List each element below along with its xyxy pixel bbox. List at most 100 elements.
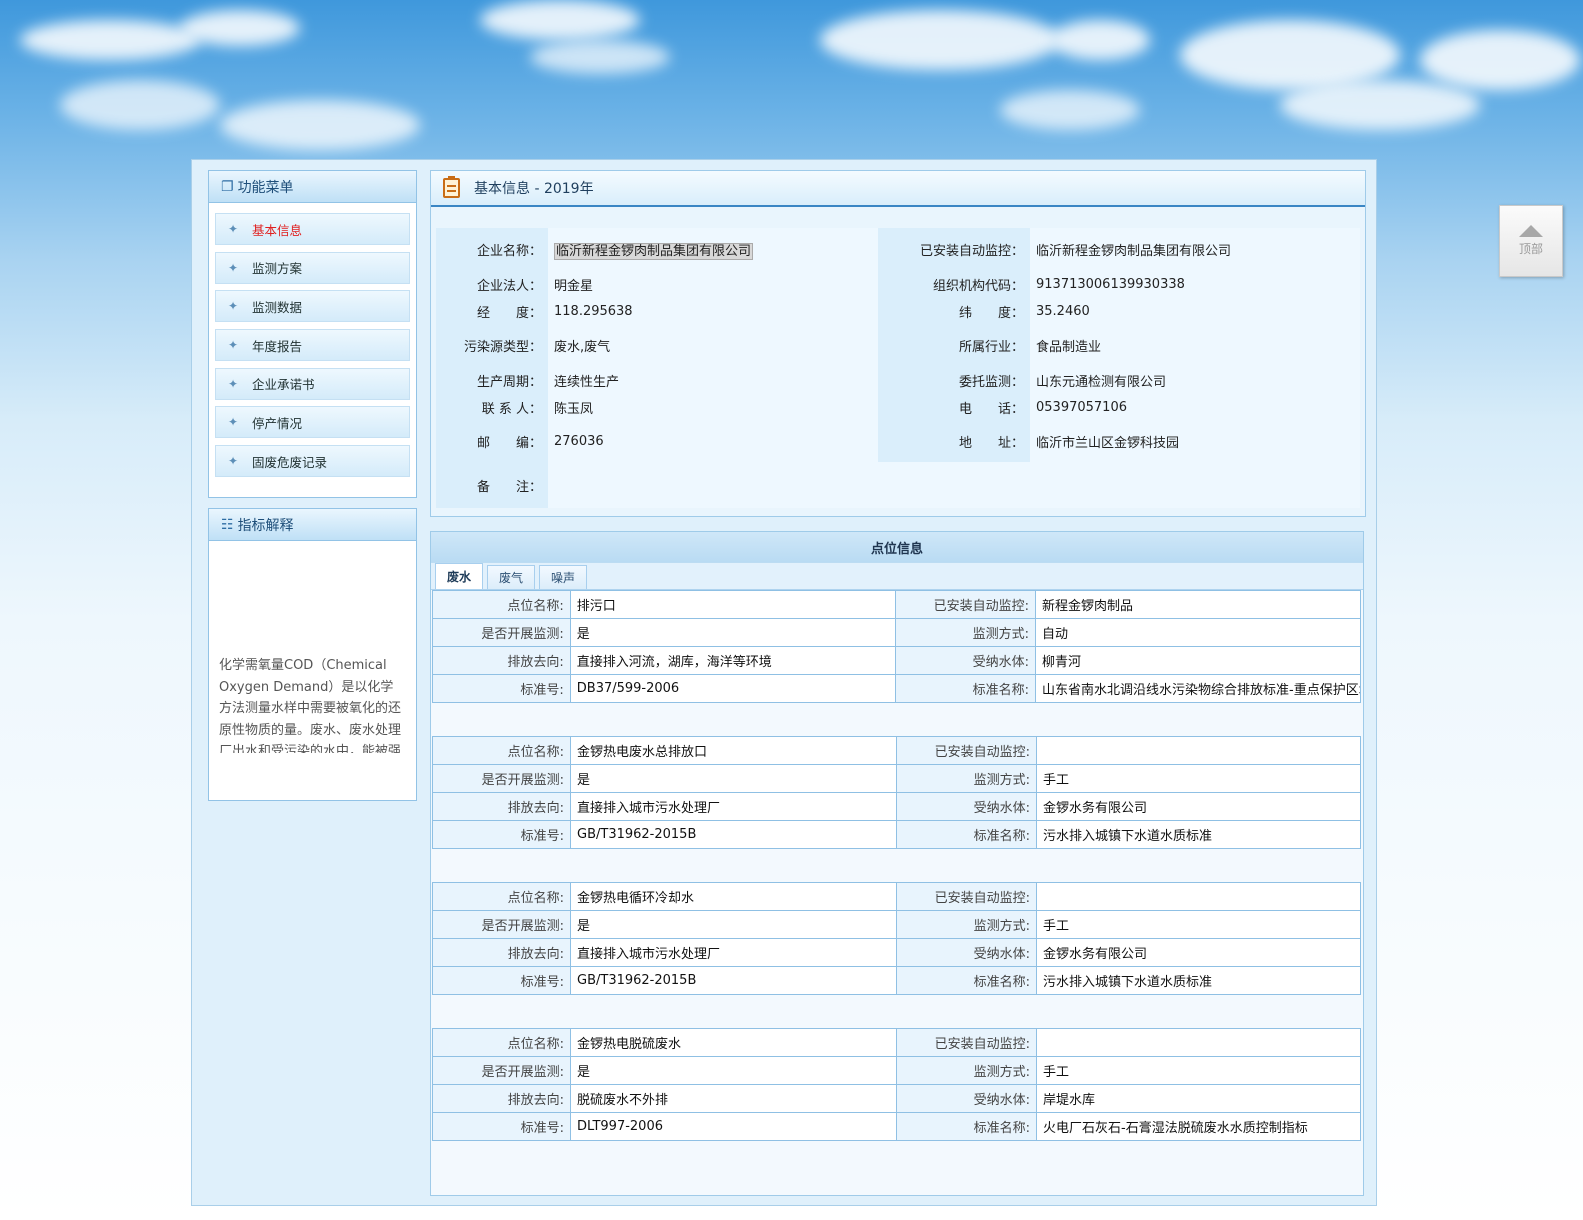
- tab-noise[interactable]: 噪声: [539, 565, 588, 589]
- compass-icon: ✦: [227, 222, 239, 236]
- table-row: 排放去向: 直接排入城市污水处理厂 受纳水体: 金锣水务有限公司: [432, 792, 1361, 821]
- point-label: 受纳水体:: [896, 938, 1037, 967]
- point-label: 监测方式:: [896, 1056, 1037, 1085]
- table-row: 点位名称: 金锣热电脱硫废水 已安装自动监控:: [432, 1028, 1361, 1057]
- table-row: 点位名称: 金锣热电废水总排放口 已安装自动监控:: [432, 736, 1361, 765]
- point-info-panel: 点位信息 废水 废气 噪声 点位名称: 排污口 已安装自动监控: 新程金锣肉制品 是否开…: [430, 531, 1364, 1196]
- point-table: 点位名称: 金锣热电废水总排放口 已安装自动监控: 是否开展监测: 是监测方式: 手工 排放…: [432, 736, 1361, 849]
- indicator-explain-header: ☷ 指标解释: [209, 509, 416, 541]
- document-icon: ☷: [221, 516, 234, 533]
- point-label: 监测方式:: [895, 618, 1036, 647]
- info-label: 生产周期：: [436, 366, 548, 394]
- info-label: 备 注：: [436, 462, 548, 508]
- info-label: 企业名称：: [436, 228, 548, 270]
- compass-icon: ✦: [227, 338, 239, 353]
- point-value: 手工: [1036, 1056, 1361, 1085]
- point-value: 火电厂石灰石-石膏湿法脱硫废水水质控制指标: [1036, 1112, 1361, 1141]
- point-value: [1036, 736, 1361, 765]
- point-label: 点位名称:: [432, 882, 571, 911]
- info-label: 组织机构代码：: [878, 270, 1030, 298]
- point-value: 金锣热电脱硫废水: [570, 1028, 897, 1057]
- menu-item-shutdown[interactable]: ✦ 停产情况: [215, 406, 410, 439]
- point-value: 是: [570, 764, 897, 793]
- point-value: GB/T31962-2015B: [570, 820, 897, 849]
- compass-icon: ✦: [227, 299, 239, 314]
- point-value: 污水排入城镇下水道水质标准: [1036, 966, 1361, 995]
- info-label: 企业法人：: [436, 270, 548, 298]
- menu-item-annual-report[interactable]: ✦ 年度报告: [215, 329, 410, 362]
- point-label: 受纳水体:: [896, 792, 1037, 821]
- menu-item-monitoring-data[interactable]: ✦ 监测数据: [215, 290, 410, 323]
- point-value: DLT997-2006: [570, 1112, 897, 1141]
- back-to-top-button[interactable]: 顶部: [1499, 205, 1563, 277]
- table-row: 排放去向: 直接排入河流，湖库，海洋等环境 受纳水体: 柳青河: [432, 646, 1361, 675]
- tab-wastewater[interactable]: 废水: [435, 563, 484, 589]
- point-value: [1036, 882, 1361, 911]
- info-label: 邮 编：: [436, 420, 548, 462]
- point-label: 排放去向:: [432, 792, 571, 821]
- menu-item-commitment[interactable]: ✦ 企业承诺书: [215, 367, 410, 400]
- info-label: 已安装自动监控：: [878, 228, 1030, 270]
- main-frame: ❐ 功能菜单 ✦ 基本信息 ✦ 监测方案 ✦ 监测数据 ✦ 年度报告 ✦ 企业承诺书 ✦ 停…: [191, 159, 1377, 1206]
- menu-item-basic-info[interactable]: ✦ 基本信息: [215, 213, 410, 245]
- table-row: 标准号: DLT997-2006 标准名称: 火电厂石灰石-石膏湿法脱硫废水水质控制指…: [432, 1112, 1361, 1141]
- point-label: 受纳水体:: [896, 1084, 1037, 1113]
- point-value: 金锣水务有限公司: [1036, 792, 1361, 821]
- point-label: 监测方式:: [896, 910, 1037, 939]
- point-value: 自动: [1035, 618, 1361, 647]
- point-label: 已安装自动监控:: [896, 736, 1037, 765]
- info-label: 污染源类型：: [436, 324, 548, 366]
- point-label: 标准号:: [432, 674, 571, 703]
- point-label: 排放去向:: [432, 938, 571, 967]
- point-value: DB37/599-2006: [569, 674, 897, 703]
- table-row: 是否开展监测: 是监测方式: 手工: [432, 1056, 1361, 1085]
- point-label: 标准名称:: [896, 1112, 1037, 1141]
- clipboard-icon: [443, 176, 460, 198]
- table-row: 点位名称: 金锣热电循环冷却水 已安装自动监控:: [432, 882, 1361, 911]
- point-label: 是否开展监测:: [432, 764, 571, 793]
- point-list: 点位名称: 排污口 已安装自动监控: 新程金锣肉制品 是否开展监测: 是监测方式: 自动 排放…: [431, 590, 1363, 1174]
- point-value: 金锣热电循环冷却水: [570, 882, 897, 911]
- info-value: 明金星: [548, 270, 878, 298]
- point-value: 直接排入城市污水处理厂: [570, 792, 897, 821]
- info-value: 05397057106: [1030, 394, 1360, 420]
- menu-item-solid-waste[interactable]: ✦ 固废危废记录: [215, 445, 410, 478]
- point-value: 直接排入城市污水处理厂: [570, 938, 897, 967]
- table-row: 标准号: GB/T31962-2015B 标准名称: 污水排入城镇下水道水质标准: [432, 966, 1361, 995]
- basic-info-title: 基本信息 - 2019年: [474, 181, 594, 197]
- info-value: 276036: [548, 420, 878, 462]
- point-label: 排放去向:: [432, 1084, 571, 1113]
- indicator-explain-panel: ☷ 指标解释 化学需氧量COD（Chemical Oxygen Demand）是…: [208, 508, 417, 801]
- point-label: 点位名称:: [432, 1028, 571, 1057]
- compass-icon: ✦: [227, 376, 239, 391]
- point-label: 标准名称:: [896, 820, 1037, 849]
- point-value: 手工: [1036, 910, 1361, 939]
- arrow-up-icon: [1519, 225, 1543, 237]
- info-value: 连续性生产: [548, 366, 878, 394]
- point-value: 柳青河: [1035, 646, 1361, 675]
- info-value: 35.2460: [1030, 298, 1360, 324]
- table-row: 标准号: GB/T31962-2015B 标准名称: 污水排入城镇下水道水质标准: [432, 820, 1361, 849]
- info-value: 陈玉凤: [548, 394, 878, 420]
- point-block: 点位名称: 金锣热电废水总排放口 已安装自动监控: 是否开展监测: 是监测方式: 手工 排放…: [432, 736, 1362, 882]
- table-row: 是否开展监测: 是监测方式: 自动: [432, 618, 1361, 647]
- menu-item-monitoring-plan[interactable]: ✦ 监测方案: [215, 251, 410, 284]
- table-row: 标准号: DB37/599-2006 标准名称: 山东省南水北调沿线水污染物综合排放标…: [432, 674, 1361, 703]
- indicator-explain-text: 化学需氧量COD（Chemical Oxygen Demand）是以化学方法测量…: [219, 658, 402, 753]
- point-label: 是否开展监测:: [432, 910, 571, 939]
- tab-waste-gas[interactable]: 废气: [487, 565, 536, 589]
- point-value: 手工: [1036, 764, 1361, 793]
- table-row: 是否开展监测: 是监测方式: 手工: [432, 910, 1361, 939]
- point-label: 已安装自动监控:: [895, 590, 1036, 619]
- point-value: 新程金锣肉制品: [1035, 590, 1361, 619]
- info-label: 经 度：: [436, 298, 548, 324]
- point-table: 点位名称: 金锣热电脱硫废水 已安装自动监控: 是否开展监测: 是监测方式: 手工 排放去向…: [432, 1028, 1361, 1141]
- table-row: 点位名称: 排污口 已安装自动监控: 新程金锣肉制品: [432, 590, 1361, 619]
- point-value: GB/T31962-2015B: [570, 966, 897, 995]
- point-label: 监测方式:: [896, 764, 1037, 793]
- point-label: 是否开展监测:: [432, 1056, 571, 1085]
- point-value: 排污口: [569, 590, 897, 619]
- info-value: 临沂市兰山区金锣科技园: [1030, 420, 1360, 462]
- point-label: 标准号:: [432, 1112, 571, 1141]
- table-row: 是否开展监测: 是监测方式: 手工: [432, 764, 1361, 793]
